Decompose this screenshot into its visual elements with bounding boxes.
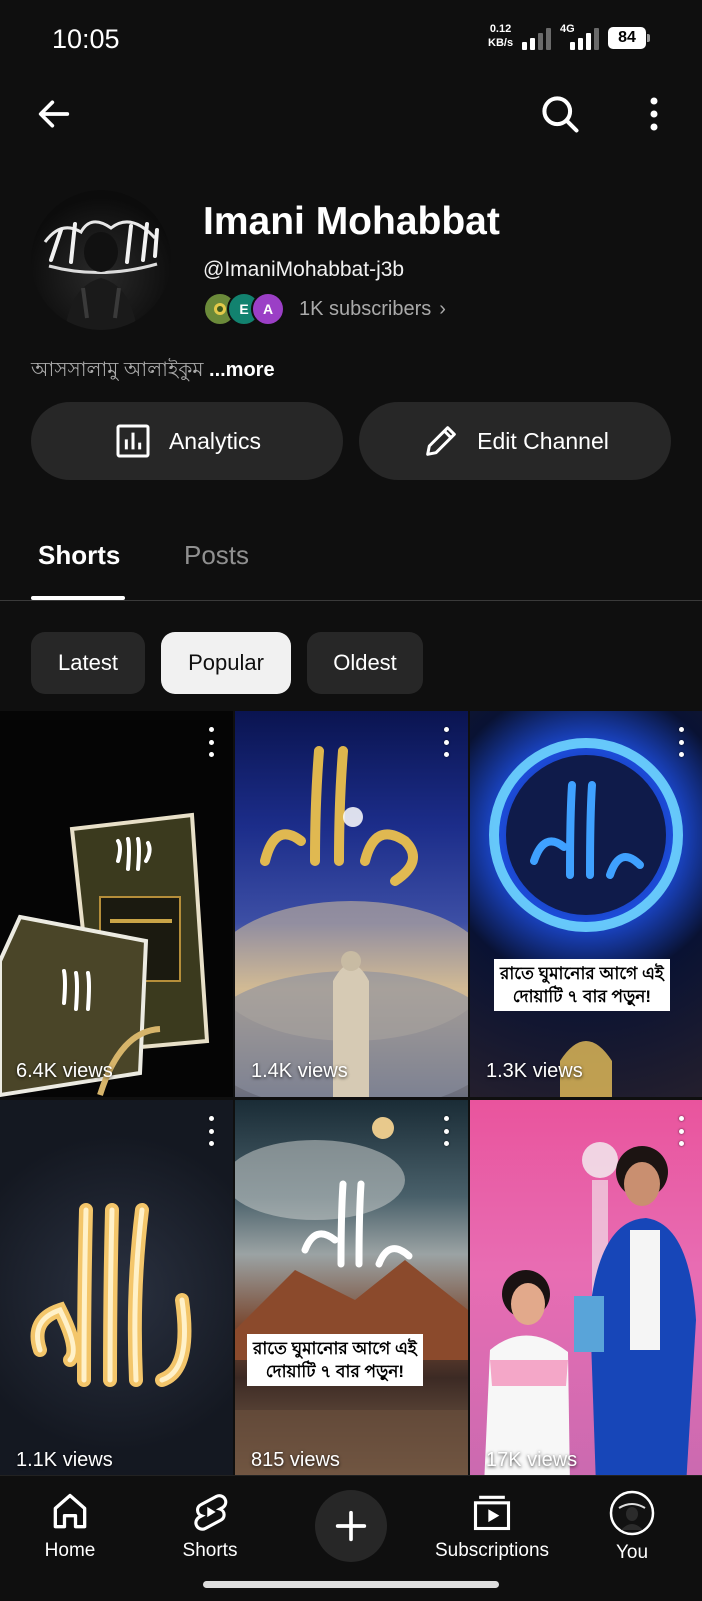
status-time: 10:05: [52, 24, 120, 54]
filter-popular[interactable]: Popular: [161, 632, 291, 694]
short-tile[interactable]: 1.4K views: [235, 711, 468, 1097]
shorts-icon: [194, 1494, 228, 1531]
subscriber-avatar: A: [251, 292, 285, 326]
create-button[interactable]: [315, 1490, 387, 1562]
view-count: 1.3K views: [486, 1060, 583, 1082]
short-tile[interactable]: 1.1K views: [0, 1100, 233, 1486]
more-vert-icon[interactable]: [671, 1116, 691, 1146]
analytics-button[interactable]: Analytics: [31, 402, 343, 480]
search-button[interactable]: [534, 88, 586, 140]
short-thumbnail: [235, 746, 468, 1097]
pencil-icon: [421, 421, 461, 461]
short-thumbnail: [235, 1117, 468, 1486]
channel-handle: @ImaniMohabbat-j3b: [203, 258, 405, 281]
tab-shorts[interactable]: Shorts: [38, 540, 120, 571]
net-speed: 0.12 KB/s: [488, 23, 514, 49]
short-thumbnail: [30, 1203, 192, 1387]
view-count: 815 views: [251, 1449, 340, 1471]
short-thumbnail: [0, 812, 210, 1097]
channel-tabs: Shorts Posts: [0, 510, 702, 601]
you-avatar-icon: [609, 1490, 655, 1536]
more-vert-icon[interactable]: [201, 1116, 221, 1146]
active-tab-indicator: [31, 596, 125, 600]
short-tile[interactable]: 17K views: [470, 1100, 702, 1486]
subscribers-link[interactable]: E A 1K subscribers ›: [203, 292, 446, 326]
more-vert-icon[interactable]: [201, 727, 221, 757]
view-count: 1.1K views: [16, 1449, 113, 1471]
filter-latest[interactable]: Latest: [31, 632, 145, 694]
nav-home[interactable]: Home: [0, 1490, 140, 1562]
nav-subscriptions[interactable]: Subscriptions: [422, 1490, 562, 1562]
gesture-bar[interactable]: [203, 1581, 499, 1588]
edit-channel-button[interactable]: Edit Channel: [359, 402, 671, 480]
chevron-right-icon: ›: [439, 297, 446, 320]
status-bar: 10:05 0.12 KB/s 4G 84: [0, 0, 702, 80]
more-link[interactable]: ...more: [209, 359, 275, 381]
analytics-icon: [113, 421, 153, 461]
signal-4g-icon: [570, 26, 604, 50]
tab-posts[interactable]: Posts: [184, 540, 249, 571]
short-caption: রাতে ঘুমানোর আগে এই দোয়াটি ৭ বার পড়ুন!: [494, 959, 670, 1011]
view-count: 17K views: [486, 1449, 578, 1471]
avatar-image: [43, 220, 159, 330]
filter-oldest[interactable]: Oldest: [307, 632, 423, 694]
short-tile[interactable]: রাতে ঘুমানোর আগে এই দোয়াটি ৭ বার পড়ুন!…: [235, 1100, 468, 1486]
plus-icon: [335, 1510, 367, 1542]
search-icon: [542, 96, 579, 133]
short-thumbnail: [484, 1142, 696, 1486]
short-tile[interactable]: 6.4K views: [0, 711, 233, 1097]
view-count: 1.4K views: [251, 1060, 348, 1082]
short-caption: রাতে ঘুমানোর আগে এই দোয়াটি ৭ বার পড়ুন!: [247, 1334, 423, 1386]
channel-avatar[interactable]: [31, 190, 171, 330]
more-vert-icon[interactable]: [671, 727, 691, 757]
more-options-button[interactable]: [628, 88, 680, 140]
nav-you[interactable]: You: [562, 1490, 702, 1564]
short-thumbnail: [489, 738, 683, 1097]
view-count: 6.4K views: [16, 1060, 113, 1082]
more-vert-icon[interactable]: [436, 1116, 456, 1146]
subscriber-count: 1K subscribers: [299, 297, 432, 320]
channel-name: Imani Mohabbat: [203, 200, 500, 243]
signal-icon: [522, 26, 556, 50]
short-tile[interactable]: রাতে ঘুমানোর আগে এই দোয়াটি ৭ বার পড়ুন!…: [470, 711, 702, 1097]
home-icon: [53, 1493, 87, 1529]
nav-shorts[interactable]: Shorts: [140, 1490, 280, 1562]
more-vert-icon[interactable]: [436, 727, 456, 757]
channel-description[interactable]: আসসালামু আলাইকুম ...more: [31, 355, 275, 388]
subscriptions-icon: [473, 1495, 511, 1531]
arrow-left-icon: [38, 100, 70, 128]
more-vert-icon: [650, 97, 658, 131]
back-button[interactable]: [28, 88, 80, 140]
battery-icon: 84: [608, 27, 650, 49]
